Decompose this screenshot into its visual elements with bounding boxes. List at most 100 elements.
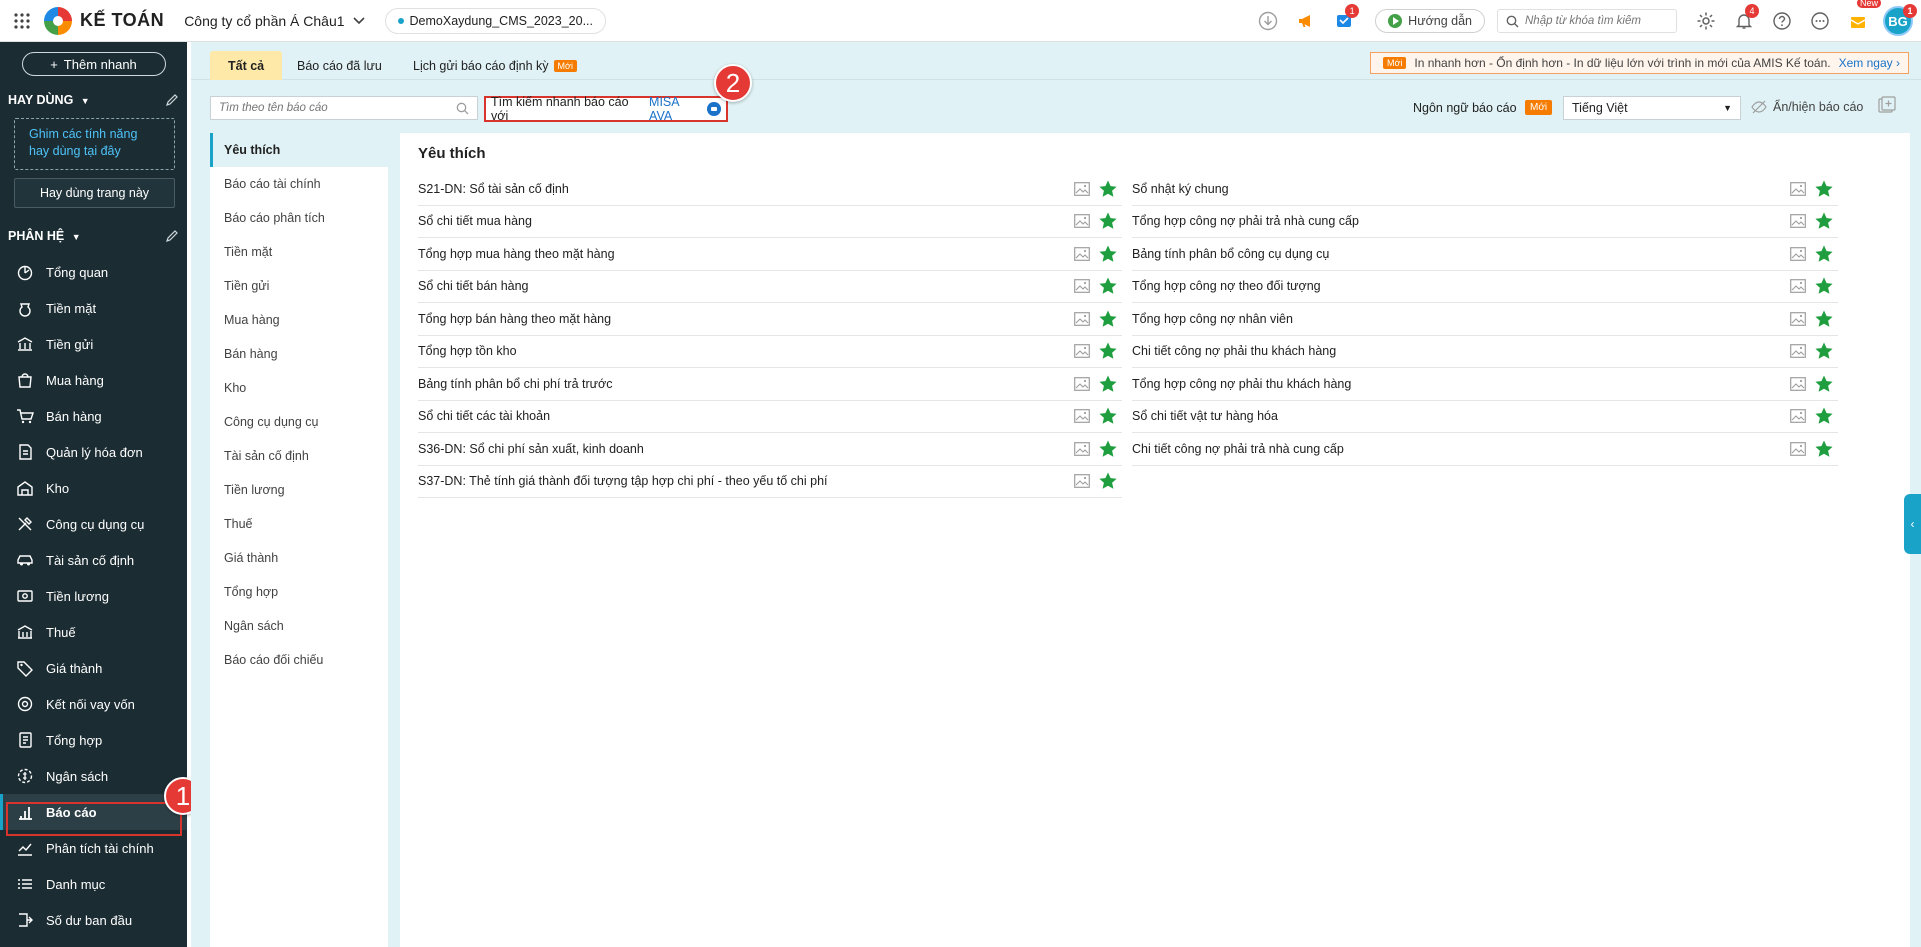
image-preview-icon[interactable] [1074, 344, 1090, 359]
report-name[interactable]: Sổ nhật ký chung [1132, 182, 1229, 196]
edit-pencil-icon[interactable] [165, 93, 179, 107]
star-icon[interactable] [1098, 374, 1118, 394]
tab-all[interactable]: Tất cả [210, 51, 283, 80]
sidebar-item-bank[interactable]: Tiền gửi [0, 326, 187, 362]
image-preview-icon[interactable] [1074, 311, 1090, 326]
report-row[interactable]: S36-DN: Sổ chi phí sản xuất, kinh doanh [418, 433, 1122, 466]
cart-notification-icon[interactable]: 1 [1325, 0, 1363, 42]
report-row[interactable]: Tổng hợp tồn kho [418, 336, 1122, 368]
star-icon[interactable] [1814, 406, 1834, 426]
favorites-section-header[interactable]: HAY DÙNG ▼ [0, 88, 187, 112]
image-preview-icon[interactable] [1790, 279, 1806, 294]
toggle-reports-button[interactable]: Ẩn/hiện báo cáo [1751, 100, 1863, 114]
report-name[interactable]: Tổng hợp bán hàng theo mặt hàng [418, 312, 611, 326]
sidebar-item-tools[interactable]: Công cụ dụng cụ [0, 506, 187, 542]
star-icon[interactable] [1098, 406, 1118, 426]
report-category-item[interactable]: Báo cáo phân tích [210, 201, 388, 235]
report-row[interactable]: Sổ chi tiết mua hàng [418, 206, 1122, 238]
star-icon[interactable] [1814, 374, 1834, 394]
report-name[interactable]: Tổng hợp tồn kho [418, 344, 517, 358]
useful-here-button[interactable]: Hay dùng trang này [14, 178, 175, 208]
banner-view-now-link[interactable]: Xem ngay › [1839, 56, 1900, 70]
report-name-search[interactable] [210, 96, 478, 120]
report-category-item[interactable]: Thuế [210, 507, 388, 541]
report-row[interactable]: Sổ chi tiết vật tư hàng hóa [1132, 401, 1838, 433]
star-icon[interactable] [1814, 179, 1834, 199]
language-select[interactable]: Tiếng Việt ▼ [1563, 96, 1741, 120]
report-row[interactable]: Tổng hợp công nợ phải thu khách hàng [1132, 368, 1838, 401]
report-name[interactable]: S37-DN: Thẻ tính giá thành đối tượng tập… [418, 474, 828, 488]
sidebar-item-car[interactable]: Tài sản cố định [0, 542, 187, 578]
star-icon[interactable] [1098, 439, 1118, 459]
image-preview-icon[interactable] [1074, 441, 1090, 456]
tab-saved-reports[interactable]: Báo cáo đã lưu [279, 51, 400, 80]
report-category-item[interactable]: Báo cáo đối chiếu [210, 643, 388, 677]
star-icon[interactable] [1814, 341, 1834, 361]
report-row[interactable]: Tổng hợp công nợ nhân viên [1132, 303, 1838, 336]
add-report-icon[interactable] [1878, 96, 1896, 114]
report-row[interactable]: Bảng tính phân bổ chi phí trả trước [418, 368, 1122, 401]
star-icon[interactable] [1814, 276, 1834, 296]
report-name[interactable]: Chi tiết công nợ phải thu khách hàng [1132, 344, 1336, 358]
sidebar-item-warehouse[interactable]: Kho [0, 470, 187, 506]
sidebar-item-list[interactable]: Danh mục [0, 866, 187, 902]
image-preview-icon[interactable] [1790, 246, 1806, 261]
report-category-item[interactable]: Báo cáo tài chính [210, 167, 388, 201]
more-options-icon[interactable] [1801, 0, 1839, 42]
image-preview-icon[interactable] [1074, 474, 1090, 489]
sidebar-item-budget[interactable]: Ngân sách [0, 758, 187, 794]
image-preview-icon[interactable] [1790, 311, 1806, 326]
image-preview-icon[interactable] [1074, 214, 1090, 229]
sidebar-item-cash[interactable]: Tiền mặt [0, 290, 187, 326]
report-name[interactable]: Bảng tính phân bổ chi phí trả trước [418, 377, 612, 391]
report-name[interactable]: Sổ chi tiết mua hàng [418, 214, 532, 228]
image-preview-icon[interactable] [1074, 279, 1090, 294]
report-name[interactable]: S21-DN: Sổ tài sản cố định [418, 182, 569, 196]
report-row[interactable]: Tổng hợp công nợ phải trả nhà cung cấp [1132, 206, 1838, 238]
image-preview-icon[interactable] [1790, 181, 1806, 196]
report-category-item[interactable]: Công cụ dụng cụ [210, 405, 388, 439]
star-icon[interactable] [1814, 309, 1834, 329]
side-panel-toggle[interactable]: ‹ [1904, 494, 1921, 554]
megaphone-icon[interactable] [1287, 0, 1325, 42]
image-preview-icon[interactable] [1790, 409, 1806, 424]
star-icon[interactable] [1098, 179, 1118, 199]
sidebar-item-price-tag[interactable]: Giá thành [0, 650, 187, 686]
report-name[interactable]: Chi tiết công nợ phải trả nhà cung cấp [1132, 442, 1344, 456]
image-preview-icon[interactable] [1074, 246, 1090, 261]
report-category-item[interactable]: Mua hàng [210, 303, 388, 337]
report-row[interactable]: Tổng hợp công nợ theo đối tượng [1132, 271, 1838, 303]
report-category-item[interactable]: Tiền lương [210, 473, 388, 507]
report-row[interactable]: Chi tiết công nợ phải trả nhà cung cấp [1132, 433, 1838, 466]
database-selector[interactable]: DemoXaydung_CMS_2023_20... [384, 7, 606, 34]
sidebar-item-dashboard[interactable]: Tổng quan [0, 254, 187, 290]
report-row[interactable]: S37-DN: Thẻ tính giá thành đối tượng tập… [418, 466, 1122, 498]
report-category-item[interactable]: Yêu thích [210, 133, 388, 167]
report-category-item[interactable]: Giá thành [210, 541, 388, 575]
report-row[interactable]: Bảng tính phân bổ công cụ dụng cụ [1132, 238, 1838, 271]
edit-pencil-icon[interactable] [165, 229, 179, 243]
image-preview-icon[interactable] [1074, 181, 1090, 196]
sidebar-item-loan[interactable]: Kết nối vay vốn [0, 686, 187, 722]
user-avatar[interactable]: BG 1 [1883, 4, 1917, 36]
report-category-item[interactable]: Kho [210, 371, 388, 405]
report-name[interactable]: S36-DN: Sổ chi phí sản xuất, kinh doanh [418, 442, 644, 456]
image-preview-icon[interactable] [1790, 441, 1806, 456]
report-name[interactable]: Tổng hợp công nợ theo đối tượng [1132, 279, 1321, 293]
star-icon[interactable] [1814, 439, 1834, 459]
report-category-item[interactable]: Tiền gửi [210, 269, 388, 303]
star-icon[interactable] [1098, 309, 1118, 329]
image-preview-icon[interactable] [1790, 344, 1806, 359]
image-preview-icon[interactable] [1790, 214, 1806, 229]
help-icon[interactable] [1763, 0, 1801, 42]
app-logo[interactable]: KẾ TOÁN [44, 6, 164, 35]
star-icon[interactable] [1098, 244, 1118, 264]
star-icon[interactable] [1814, 244, 1834, 264]
sidebar-item-invoice[interactable]: Quản lý hóa đơn [0, 434, 187, 470]
bell-icon[interactable]: 4 [1725, 0, 1763, 42]
report-name[interactable]: Sổ chi tiết vật tư hàng hóa [1132, 409, 1278, 423]
global-search-input[interactable] [1525, 15, 1665, 27]
tab-scheduled-reports[interactable]: Lịch gửi báo cáo định kỳ Mới [395, 51, 595, 80]
ava-quick-search-button[interactable]: Tìm kiếm nhanh báo cáo với MISA AVA [484, 95, 728, 123]
guide-button[interactable]: Hướng dẫn [1375, 9, 1485, 33]
